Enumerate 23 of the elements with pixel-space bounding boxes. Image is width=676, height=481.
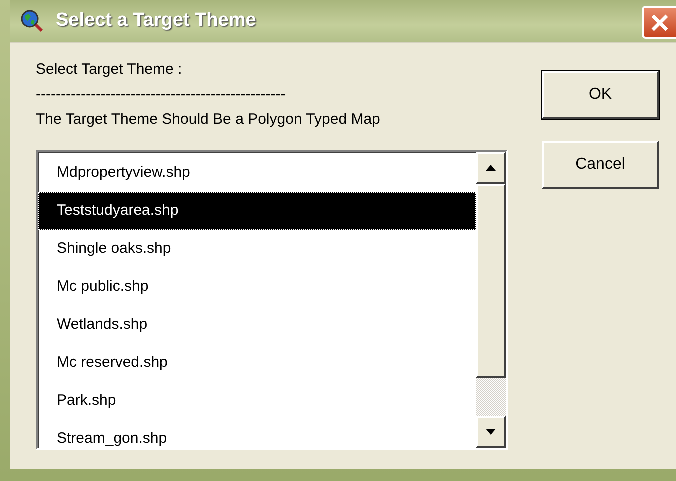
close-icon xyxy=(650,12,670,32)
list-item[interactable]: Park.shp xyxy=(38,382,476,420)
prompt-label: Select Target Theme : xyxy=(36,60,184,80)
list-item[interactable]: Mc public.shp xyxy=(38,268,476,306)
scroll-thumb[interactable] xyxy=(476,184,506,378)
ok-button[interactable]: OK xyxy=(542,71,659,119)
scroll-up-button[interactable] xyxy=(476,152,506,184)
globe-magnifier-icon xyxy=(20,9,44,33)
up-arrow-icon xyxy=(486,165,496,171)
list-item[interactable]: Mdpropertyview.shp xyxy=(38,154,476,192)
list-item[interactable]: Stream_gon.shp xyxy=(38,420,476,458)
close-button[interactable] xyxy=(642,6,676,39)
separator-line: -------------------------------------------------- xyxy=(36,85,287,105)
down-arrow-icon xyxy=(486,429,496,435)
message-text: The Target Theme Should Be a Polygon Typed Map xyxy=(36,110,382,130)
scroll-down-button[interactable] xyxy=(476,416,506,448)
scroll-bar[interactable] xyxy=(476,152,506,448)
list-item[interactable]: Teststudyarea.shp xyxy=(38,192,476,230)
list-item[interactable]: Mc reserved.shp xyxy=(38,344,476,382)
list-item[interactable]: Wetlands.shp xyxy=(38,306,476,344)
window-title: Select a Target Theme xyxy=(56,8,256,33)
cancel-button[interactable]: Cancel xyxy=(542,141,659,189)
list-item[interactable]: Shingle oaks.shp xyxy=(38,230,476,268)
